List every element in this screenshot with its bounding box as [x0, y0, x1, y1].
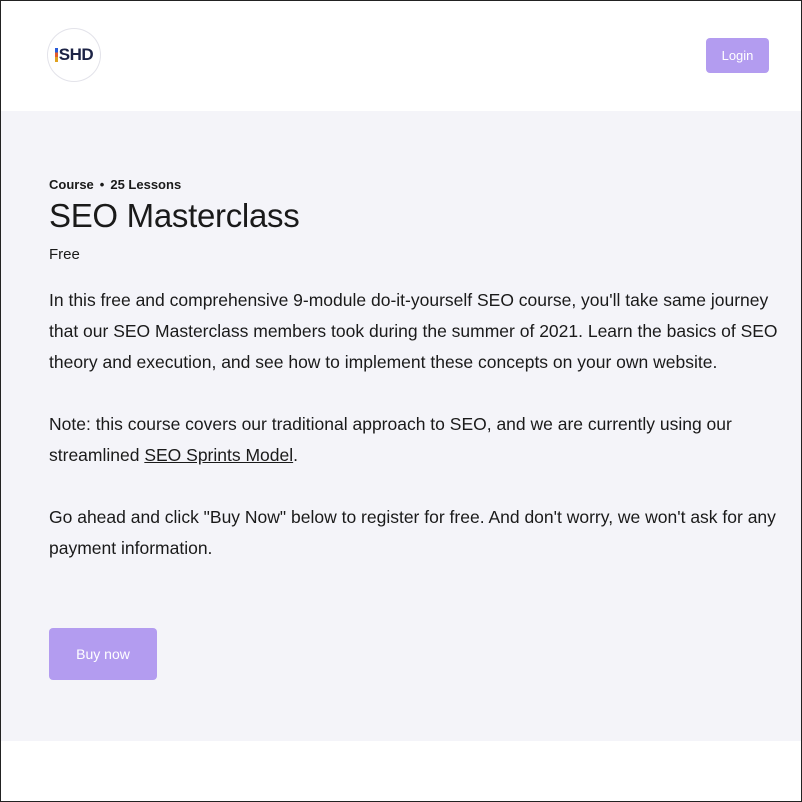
course-type: Course: [49, 177, 94, 192]
logo-mark-icon: [54, 48, 58, 62]
lesson-count: 25 Lessons: [110, 177, 182, 192]
course-price: Free: [49, 246, 80, 263]
page-footer: [1, 741, 801, 801]
site-logo[interactable]: SHD: [48, 29, 100, 81]
course-description: In this free and comprehensive 9-module …: [49, 285, 779, 564]
description-paragraph-2: Note: this course covers our traditional…: [49, 409, 779, 471]
note-end: .: [293, 445, 299, 465]
description-paragraph-3: Go ahead and click "Buy Now" below to re…: [49, 507, 776, 558]
buy-now-button[interactable]: Buy now: [49, 628, 157, 680]
course-meta: Course • 25 Lessons: [49, 177, 181, 192]
meta-separator: •: [99, 177, 105, 192]
page-frame: SHD Login Course • 25 Lessons SEO Mastercl…: [0, 0, 802, 802]
course-section: Course • 25 Lessons SEO Masterclass Free I…: [1, 111, 801, 741]
login-button[interactable]: Login: [706, 38, 769, 73]
site-header: SHD Login: [1, 1, 801, 111]
description-paragraph-1: In this free and comprehensive 9-module …: [49, 290, 778, 372]
logo-text: SHD: [58, 45, 94, 64]
seo-sprints-link[interactable]: SEO Sprints Model: [144, 445, 293, 465]
course-title: SEO Masterclass: [49, 197, 300, 234]
